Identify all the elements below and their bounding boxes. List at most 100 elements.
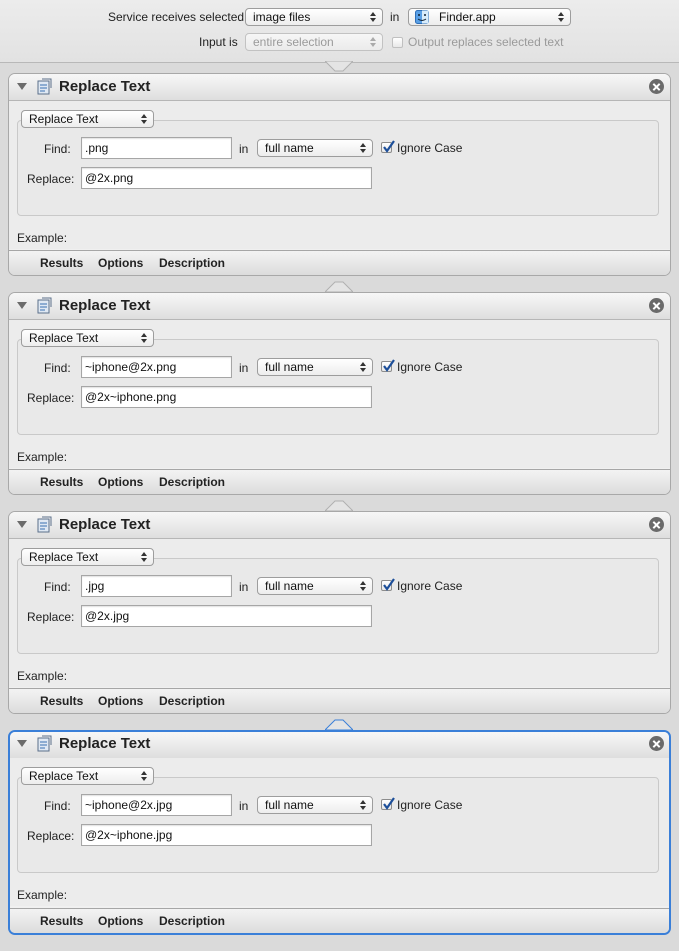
- replace-label: Replace:: [27, 391, 75, 405]
- replace-label: Replace:: [27, 610, 75, 624]
- find-in-label: in: [239, 580, 249, 594]
- application-popup[interactable]: Finder.app: [408, 8, 571, 26]
- find-in-popup[interactable]: full name: [257, 139, 373, 157]
- mode-popup[interactable]: Replace Text: [21, 110, 154, 128]
- tab-description[interactable]: Description: [159, 914, 225, 928]
- ignore-case-checkbox[interactable]: [381, 797, 395, 810]
- popup-arrows-icon: [141, 332, 148, 344]
- tab-options[interactable]: Options: [98, 914, 143, 928]
- example-label: Example:: [17, 450, 68, 464]
- replace-label: Replace:: [27, 172, 75, 186]
- action-tabbar: Results Options Description: [9, 469, 670, 494]
- action-replace-text-3[interactable]: Replace Text Replace Text Find: .jpg in …: [8, 511, 671, 714]
- disclosure-triangle-icon[interactable]: [17, 521, 27, 528]
- close-icon[interactable]: [649, 517, 664, 532]
- disclosure-triangle-icon[interactable]: [17, 302, 27, 309]
- find-in-popup[interactable]: full name: [257, 358, 373, 376]
- tab-options[interactable]: Options: [98, 256, 143, 270]
- service-input-type-popup[interactable]: image files: [245, 8, 383, 26]
- find-in-label: in: [239, 142, 249, 156]
- find-in-label: in: [239, 361, 249, 375]
- close-icon[interactable]: [649, 298, 664, 313]
- action-tabbar: Results Options Description: [9, 250, 670, 275]
- workflow-connector-icon: [325, 719, 353, 730]
- mode-popup[interactable]: Replace Text: [21, 329, 154, 347]
- action-titlebar[interactable]: Replace Text: [9, 74, 670, 101]
- find-in-value: full name: [265, 579, 314, 593]
- service-receives-label: Service receives selected: [108, 10, 245, 24]
- input-is-popup[interactable]: entire selection: [245, 33, 383, 51]
- popup-arrows-icon: [370, 11, 377, 23]
- ignore-case-label: Ignore Case: [397, 360, 463, 374]
- tab-options[interactable]: Options: [98, 694, 143, 708]
- find-field[interactable]: ~iphone@2x.jpg: [81, 794, 232, 816]
- replace-field[interactable]: @2x.jpg: [81, 605, 372, 627]
- input-is-label: Input is: [199, 35, 238, 49]
- tab-description[interactable]: Description: [159, 475, 225, 489]
- popup-arrows-icon: [360, 361, 367, 373]
- find-label: Find:: [44, 361, 71, 375]
- find-in-popup[interactable]: full name: [257, 577, 373, 595]
- find-in-label: in: [239, 799, 249, 813]
- tab-results[interactable]: Results: [40, 475, 83, 489]
- tab-options[interactable]: Options: [98, 475, 143, 489]
- action-replace-text-1[interactable]: Replace Text Replace Text Find: .png in …: [8, 73, 671, 276]
- replace-field[interactable]: @2x.png: [81, 167, 372, 189]
- replace-label: Replace:: [27, 829, 75, 843]
- disclosure-triangle-icon[interactable]: [17, 740, 27, 747]
- ignore-case-checkbox[interactable]: [381, 359, 395, 372]
- action-title: Replace Text: [59, 78, 151, 95]
- close-icon[interactable]: [649, 736, 664, 751]
- action-titlebar[interactable]: Replace Text: [9, 512, 670, 539]
- tab-description[interactable]: Description: [159, 256, 225, 270]
- mode-value: Replace Text: [29, 550, 99, 564]
- popup-arrows-icon: [360, 580, 367, 592]
- find-field[interactable]: ~iphone@2x.png: [81, 356, 232, 378]
- find-in-popup[interactable]: full name: [257, 796, 373, 814]
- tab-description[interactable]: Description: [159, 694, 225, 708]
- replace-field[interactable]: @2x~iphone.png: [81, 386, 372, 408]
- find-in-value: full name: [265, 798, 314, 812]
- checkmark-icon: [383, 797, 395, 810]
- action-title: Replace Text: [59, 297, 151, 314]
- example-label: Example:: [17, 669, 68, 683]
- automator-action-icon: [37, 516, 52, 533]
- output-replaces-label: Output replaces selected text: [408, 35, 564, 49]
- tab-results[interactable]: Results: [40, 694, 83, 708]
- finder-icon: [415, 10, 429, 24]
- mode-value: Replace Text: [29, 112, 99, 126]
- mode-popup[interactable]: Replace Text: [21, 767, 154, 785]
- in-label: in: [390, 10, 400, 24]
- popup-arrows-icon: [141, 551, 148, 563]
- ignore-case-label: Ignore Case: [397, 141, 463, 155]
- action-replace-text-4[interactable]: Replace Text Replace Text Find: ~iphone@…: [8, 730, 671, 935]
- action-titlebar[interactable]: Replace Text: [10, 732, 669, 759]
- mode-value: Replace Text: [29, 331, 99, 345]
- action-body: Replace Text Find: .png in full name Ign…: [9, 101, 670, 249]
- find-label: Find:: [44, 580, 71, 594]
- popup-arrows-icon: [558, 11, 565, 23]
- ignore-case-checkbox[interactable]: [381, 140, 395, 153]
- tab-results[interactable]: Results: [40, 914, 83, 928]
- service-input-type-value: image files: [253, 10, 311, 24]
- service-header: Service receives selected image files in…: [0, 0, 679, 63]
- checkmark-icon: [383, 359, 395, 372]
- action-body: Replace Text Find: ~iphone@2x.png in ful…: [9, 320, 670, 468]
- close-icon[interactable]: [649, 79, 664, 94]
- action-tabbar: Results Options Description: [10, 908, 669, 933]
- ignore-case-checkbox[interactable]: [381, 578, 395, 591]
- tab-results[interactable]: Results: [40, 256, 83, 270]
- action-replace-text-2[interactable]: Replace Text Replace Text Find: ~iphone@…: [8, 292, 671, 495]
- automator-action-icon: [37, 78, 52, 95]
- mode-popup[interactable]: Replace Text: [21, 548, 154, 566]
- checkmark-icon: [383, 578, 395, 591]
- find-field[interactable]: .jpg: [81, 575, 232, 597]
- find-in-value: full name: [265, 360, 314, 374]
- find-field[interactable]: .png: [81, 137, 232, 159]
- find-label: Find:: [44, 142, 71, 156]
- replace-field[interactable]: @2x~iphone.jpg: [81, 824, 372, 846]
- output-replaces-checkbox[interactable]: [392, 37, 403, 48]
- action-body: Replace Text Find: .jpg in full name Ign…: [9, 539, 670, 687]
- action-titlebar[interactable]: Replace Text: [9, 293, 670, 320]
- disclosure-triangle-icon[interactable]: [17, 83, 27, 90]
